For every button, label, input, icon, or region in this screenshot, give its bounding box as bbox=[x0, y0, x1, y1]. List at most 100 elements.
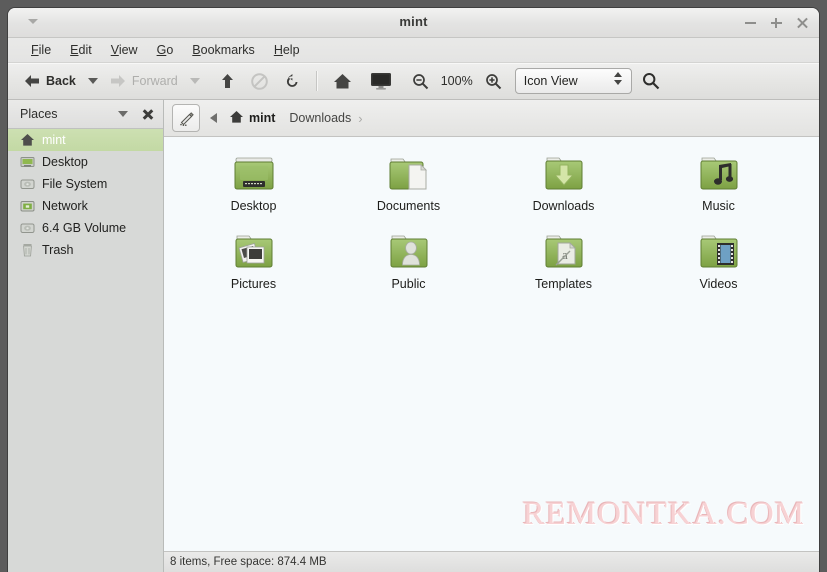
file-item-videos-label: Videos bbox=[699, 277, 738, 291]
file-item-desktop[interactable]: Desktop bbox=[176, 149, 331, 227]
view-mode-select[interactable]: Icon View bbox=[514, 68, 632, 94]
file-item-videos[interactable]: Videos bbox=[641, 227, 796, 305]
sidebar-header: Places bbox=[8, 100, 163, 129]
spinner-up-icon[interactable] bbox=[613, 72, 622, 77]
file-item-pictures-label: Pictures bbox=[230, 277, 277, 291]
file-item-pictures[interactable]: Pictures bbox=[176, 227, 331, 305]
breadcrumb-mint-label: mint bbox=[249, 111, 276, 125]
stop-button[interactable] bbox=[243, 72, 276, 90]
zoom-out-button[interactable] bbox=[407, 73, 434, 90]
sidebar-item-trash-label: Trash bbox=[42, 243, 74, 257]
search-button[interactable] bbox=[632, 72, 670, 90]
zoom-in-button[interactable] bbox=[480, 73, 507, 90]
file-item-downloads-label: Downloads bbox=[532, 199, 595, 213]
sidebar-item-desktop[interactable]: Desktop bbox=[8, 151, 163, 173]
places-list: mint Desktop File System Network 6.4 GB … bbox=[8, 129, 163, 572]
statusbar-text: 8 items, Free space: 874.4 MB bbox=[170, 556, 327, 568]
menu-view[interactable]: View bbox=[102, 41, 148, 59]
sidebar-item-volume-label: 6.4 GB Volume bbox=[42, 221, 127, 235]
folder-pictures-icon bbox=[230, 227, 278, 279]
menu-file-accel: F bbox=[31, 43, 39, 57]
view-mode-value: Icon View bbox=[523, 74, 578, 88]
folder-templates-icon: a bbox=[540, 227, 588, 279]
sidebar: Places mint Desktop File System Network … bbox=[8, 100, 164, 572]
menu-edit-rest: dit bbox=[78, 43, 92, 57]
folder-desktop-icon bbox=[230, 149, 278, 201]
folder-documents-icon bbox=[385, 149, 433, 201]
window-body: Places mint Desktop File System Network … bbox=[8, 100, 819, 572]
up-button[interactable] bbox=[212, 73, 243, 89]
maximize-button[interactable] bbox=[770, 16, 783, 29]
home-icon bbox=[19, 132, 35, 148]
reload-button[interactable] bbox=[276, 73, 309, 90]
trash-icon bbox=[19, 242, 35, 258]
sidebar-item-file-system-label: File System bbox=[42, 177, 108, 191]
file-item-templates[interactable]: a Templates bbox=[486, 227, 641, 305]
sidebar-item-network[interactable]: Network bbox=[8, 195, 163, 217]
file-item-templates-label: Templates bbox=[535, 277, 592, 291]
menu-help[interactable]: Help bbox=[265, 41, 310, 59]
file-manager-window: mint File Edit View Go Bookmarks Help Ba… bbox=[8, 8, 819, 572]
menu-bookmarks-accel: B bbox=[192, 43, 201, 57]
sidebar-menu-caret-icon[interactable] bbox=[118, 111, 128, 117]
menu-bookmarks-rest: ookmarks bbox=[200, 43, 255, 57]
forward-button[interactable]: Forward bbox=[104, 71, 184, 91]
sidebar-item-mint[interactable]: mint bbox=[8, 129, 163, 151]
back-label: Back bbox=[46, 74, 76, 88]
breadcrumb-separator-icon: › bbox=[358, 110, 363, 126]
statusbar: 8 items, Free space: 874.4 MB bbox=[164, 551, 819, 572]
sidebar-close-icon[interactable] bbox=[142, 108, 154, 120]
menu-help-accel: H bbox=[273, 43, 283, 57]
desktop-icon bbox=[19, 154, 35, 170]
sidebar-item-trash[interactable]: Trash bbox=[8, 239, 163, 261]
file-item-downloads[interactable]: Downloads bbox=[486, 149, 641, 227]
file-item-public[interactable]: Public bbox=[331, 227, 486, 305]
close-button[interactable] bbox=[796, 16, 809, 29]
file-item-music-label: Music bbox=[702, 199, 735, 213]
home-icon bbox=[229, 110, 244, 127]
back-button[interactable]: Back bbox=[18, 71, 82, 91]
back-history-caret-icon[interactable] bbox=[87, 78, 98, 84]
computer-button[interactable] bbox=[361, 72, 401, 90]
toggle-location-entry-button[interactable] bbox=[172, 104, 200, 132]
folder-downloads-icon bbox=[540, 149, 588, 201]
file-item-documents[interactable]: Documents bbox=[331, 149, 486, 227]
menu-bookmarks[interactable]: Bookmarks bbox=[183, 41, 265, 59]
file-area[interactable]: Desktop Documents Downloads Music Pictur… bbox=[164, 137, 819, 551]
menu-file-rest: ile bbox=[38, 43, 52, 57]
forward-label: Forward bbox=[131, 74, 178, 88]
zoom-level: 100% bbox=[440, 74, 473, 88]
menu-go-accel: G bbox=[156, 43, 167, 57]
breadcrumb-mint[interactable]: mint bbox=[229, 110, 275, 127]
icon-grid: Desktop Documents Downloads Music Pictur… bbox=[164, 137, 819, 305]
home-button[interactable] bbox=[324, 73, 361, 90]
menu-go-rest: o bbox=[166, 43, 174, 57]
path-back-button[interactable] bbox=[210, 113, 217, 123]
sidebar-title: Places bbox=[20, 107, 58, 121]
file-item-documents-label: Documents bbox=[376, 199, 441, 213]
pathbar: mint Downloads › bbox=[164, 100, 819, 137]
minimize-button[interactable] bbox=[744, 16, 757, 29]
forward-arrow-icon bbox=[110, 74, 126, 88]
spinner-down-icon[interactable] bbox=[613, 80, 622, 85]
file-item-music[interactable]: Music bbox=[641, 149, 796, 227]
breadcrumb-downloads-label: Downloads bbox=[289, 111, 352, 125]
view-mode-spinner[interactable] bbox=[613, 72, 622, 85]
breadcrumb-downloads[interactable]: Downloads bbox=[289, 111, 351, 125]
sidebar-item-desktop-label: Desktop bbox=[42, 155, 88, 169]
sidebar-item-file-system[interactable]: File System bbox=[8, 173, 163, 195]
back-arrow-icon bbox=[24, 74, 40, 88]
menu-go[interactable]: Go bbox=[148, 41, 184, 59]
sidebar-item-network-label: Network bbox=[42, 199, 88, 213]
window-title: mint bbox=[399, 14, 428, 29]
titlebar: mint bbox=[8, 8, 819, 38]
sidebar-item-volume[interactable]: 6.4 GB Volume bbox=[8, 217, 163, 239]
menu-edit[interactable]: Edit bbox=[61, 41, 102, 59]
menu-view-rest: iew bbox=[118, 43, 138, 57]
toolbar-separator bbox=[315, 71, 317, 91]
menu-file[interactable]: File bbox=[22, 41, 61, 59]
forward-history-caret-icon[interactable] bbox=[189, 78, 200, 84]
menu-help-rest: elp bbox=[282, 43, 300, 57]
watermark: REMONTKA.COM bbox=[522, 496, 805, 532]
main-pane: mint Downloads › Desktop Documents Downl… bbox=[164, 100, 819, 572]
